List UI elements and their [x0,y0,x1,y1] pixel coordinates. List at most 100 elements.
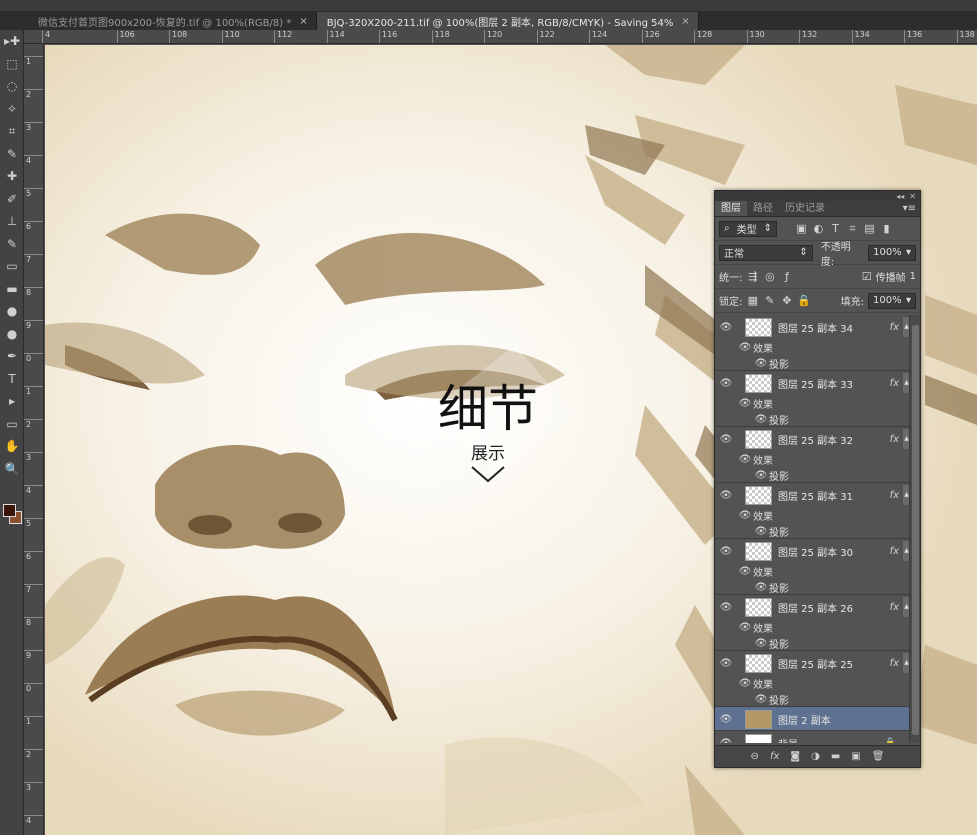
lock-position-icon[interactable]: ✥ [780,294,793,307]
eye-icon[interactable]: 👁 [737,342,753,353]
fx-icon[interactable]: fx [770,751,779,762]
fx-icon[interactable]: fx [890,322,899,333]
eye-icon[interactable]: 👁 [715,490,737,501]
lock-image-pixels-icon[interactable]: ✎ [763,294,776,307]
eye-icon[interactable]: 👁 [753,638,769,649]
fill-input[interactable]: 100% ▾ [868,292,916,309]
close-icon[interactable]: × [681,16,689,27]
unify-style-icon[interactable]: ƒ [780,270,793,283]
clone-stamp-icon[interactable]: ⊥ [0,210,24,233]
eye-icon[interactable]: 👁 [737,454,753,465]
layer-row-background[interactable]: 👁 背景 🔒 [715,731,910,743]
eye-icon[interactable]: 👁 [715,546,737,557]
eye-icon[interactable]: 👁 [753,470,769,481]
fx-icon[interactable]: fx [890,378,899,389]
fx-icon[interactable]: fx [890,434,899,445]
eyedropper-icon[interactable]: ✎ [0,143,24,166]
lock-pixels-transparent-icon[interactable]: ▦ [746,294,759,307]
shape-filter-icon[interactable]: ⌗ [846,222,859,236]
add-mask-icon[interactable]: ◙ [790,751,800,762]
panel-menu-icon[interactable]: ▾≡ [903,203,916,214]
chevron-down-icon: ▾ [905,295,911,306]
lasso-icon[interactable]: ◌ [0,75,24,98]
collapse-icon[interactable]: ◂◂ [896,192,904,201]
dodge-icon[interactable]: ● [0,323,24,346]
document-tab-2[interactable]: BJQ-320X200-211.tif @ 100%(图层 2 副本, RGB/… [316,12,699,30]
eraser-icon[interactable]: ▭ [0,255,24,278]
link-layers-icon[interactable]: ⊖ [751,751,759,762]
path-selection-icon[interactable]: ▸ [0,390,24,413]
eye-icon[interactable]: 👁 [737,566,753,577]
layer-row[interactable]: 👁 图层 25 副本 33 fx ▲ 👁 效果 👁 投影 [715,371,910,427]
filter-toggle-icon[interactable]: ▮ [880,222,893,235]
eye-icon[interactable]: 👁 [715,738,737,744]
layer-row[interactable]: 👁 图层 25 副本 34 fx ▲ 👁 效果 👁 投影 [715,315,910,371]
unify-visibility-icon[interactable]: ◎ [763,270,776,283]
fx-icon[interactable]: fx [890,546,899,557]
horizontal-ruler: 4 106 108 110 112 114 116 118 120 122 124 126 128 130… [24,30,977,44]
type-filter-icon[interactable]: T [829,222,842,235]
history-brush-icon[interactable]: ✎ [0,233,24,256]
unify-position-icon[interactable]: ⇶ [746,270,759,283]
new-layer-icon[interactable]: ▣ [851,751,860,762]
scrollbar-thumb[interactable] [912,325,919,735]
layer-row[interactable]: 👁 图层 25 副本 26 fx ▲ 👁 效果 👁 投影 [715,595,910,651]
eye-icon[interactable]: 👁 [737,678,753,689]
layer-row[interactable]: 👁 图层 25 副本 32 fx ▲ 👁 效果 👁 投影 [715,427,910,483]
move-icon[interactable]: ▸✚ [0,30,24,53]
crop-icon[interactable]: ⌗ [0,120,24,143]
eye-icon[interactable]: 👁 [715,322,737,333]
eye-icon[interactable]: 👁 [753,358,769,369]
fx-icon[interactable]: fx [890,658,899,669]
eye-icon[interactable]: 👁 [737,622,753,633]
zoom-icon[interactable]: 🔍 [0,458,24,481]
adjustment-filter-icon[interactable]: ◐ [812,222,825,235]
rectangle-icon[interactable]: ▭ [0,413,24,436]
lock-all-icon[interactable]: 🔒 [797,294,811,307]
propagate-checkbox[interactable]: ☑ [862,270,872,283]
eye-icon[interactable]: 👁 [753,414,769,425]
blend-mode-select[interactable]: 正常 ⇕ [719,244,813,261]
eye-icon[interactable]: 👁 [715,378,737,389]
eye-icon[interactable]: 👁 [753,694,769,705]
eye-icon[interactable]: 👁 [715,714,737,725]
type-icon[interactable]: T [0,368,24,391]
layer-row[interactable]: 👁 图层 25 副本 30 fx ▲ 👁 效果 👁 投影 [715,539,910,595]
eye-icon[interactable]: 👁 [715,658,737,669]
hand-icon[interactable]: ✋ [0,435,24,458]
fx-icon[interactable]: fx [890,602,899,613]
foreground-color-swatch[interactable] [3,504,16,517]
healing-brush-icon[interactable]: ✚ [0,165,24,188]
eye-icon[interactable]: 👁 [737,510,753,521]
eye-icon[interactable]: 👁 [753,582,769,593]
tab-paths[interactable]: 路径 [747,201,779,216]
new-group-icon[interactable]: ▬ [831,751,840,762]
image-filter-icon[interactable]: ▣ [795,222,808,235]
blur-icon[interactable]: ● [0,300,24,323]
marquee-icon[interactable]: ⬚ [0,53,24,76]
layer-scrollbar[interactable] [909,315,920,743]
brush-icon[interactable]: ✐ [0,188,24,211]
opacity-input[interactable]: 100% ▾ [868,244,916,261]
close-icon[interactable]: × [299,16,307,27]
smart-object-filter-icon[interactable]: ▤ [863,222,876,235]
filter-kind-select[interactable]: ⌕ 类型 ⇕ [719,220,777,237]
eye-icon[interactable]: 👁 [715,602,737,613]
magic-wand-icon[interactable]: ✧ [0,98,24,121]
adjustment-layer-icon[interactable]: ◑ [811,751,820,762]
document-tab-1[interactable]: 微信支付首页图900x200-恢复的.tif @ 100%(RGB/8) * × [0,12,317,30]
pen-icon[interactable]: ✒ [0,345,24,368]
tab-history[interactable]: 历史记录 [779,201,831,216]
gradient-icon[interactable]: ▬ [0,278,24,301]
layer-row[interactable]: 👁 图层 25 副本 31 fx ▲ 👁 效果 👁 投影 [715,483,910,539]
fx-icon[interactable]: fx [890,490,899,501]
delete-layer-icon[interactable]: 🗑 [872,751,885,762]
close-icon[interactable]: ✕ [909,192,916,201]
layer-row[interactable]: 👁 图层 25 副本 25 fx ▲ 👁 效果 👁 投影 [715,651,910,707]
eye-icon[interactable]: 👁 [715,434,737,445]
eye-icon[interactable]: 👁 [753,526,769,537]
layer-row-selected[interactable]: 👁 图层 2 副本 [715,707,910,731]
canvas-title-text: 细节 [438,380,538,438]
tab-layers[interactable]: 图层 [715,201,747,216]
eye-icon[interactable]: 👁 [737,398,753,409]
